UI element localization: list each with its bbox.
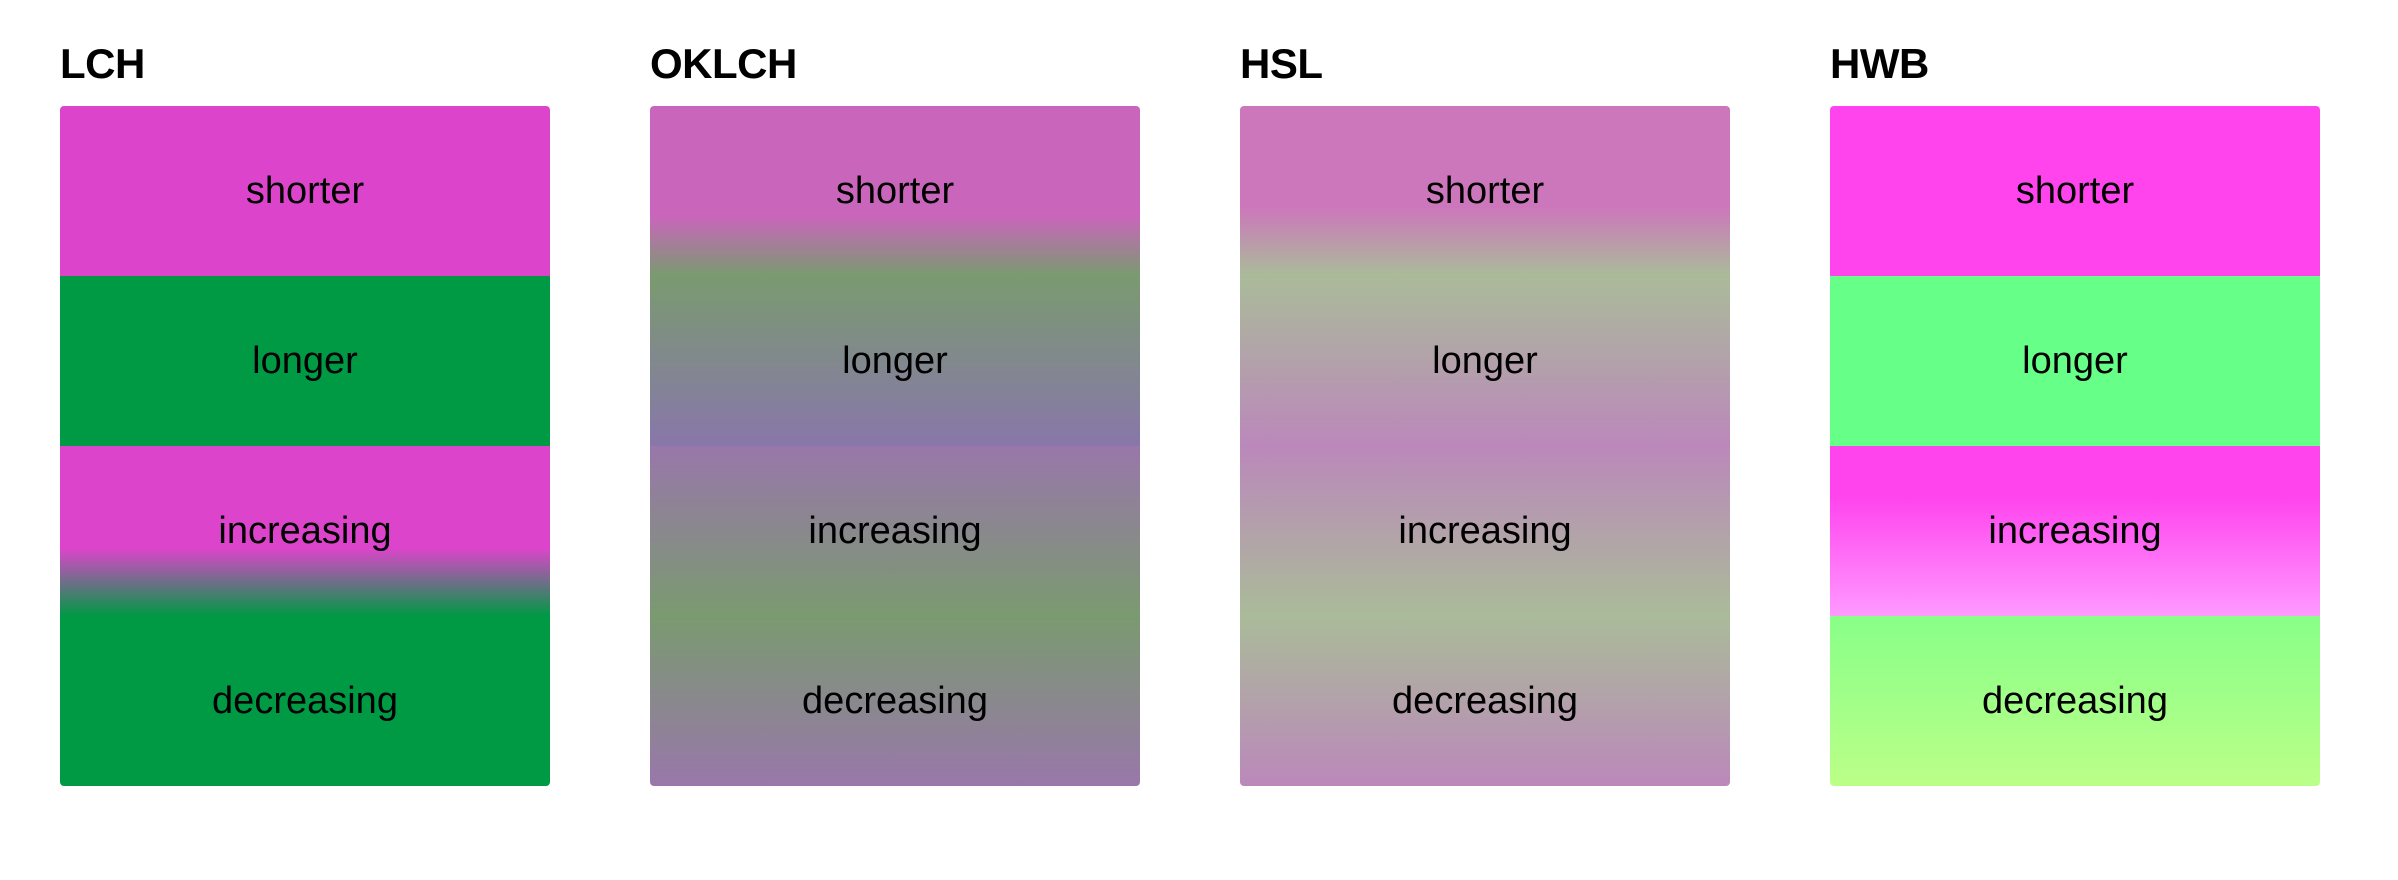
oklch-section: OKLCH shorter longer increasing decreasi… [650, 40, 1240, 786]
hsl-title: HSL [1240, 40, 1830, 88]
oklch-title: OKLCH [650, 40, 1240, 88]
lch-decreasing-cell: decreasing [60, 616, 550, 786]
hsl-section: HSL shorter longer increasing decreasing [1240, 40, 1830, 786]
hwb-longer-cell: longer [1830, 276, 2320, 446]
hwb-grid: shorter longer increasing decreasing [1830, 106, 2320, 786]
lch-grid: shorter longer increasing decreasing [60, 106, 550, 786]
lch-longer-cell: longer [60, 276, 550, 446]
hwb-decreasing-cell: decreasing [1830, 616, 2320, 786]
lch-increasing-cell: increasing [60, 446, 550, 616]
oklch-longer-cell: longer [650, 276, 1140, 446]
hsl-decreasing-cell: decreasing [1240, 616, 1730, 786]
hsl-shorter-cell: shorter [1240, 106, 1730, 276]
hwb-increasing-cell: increasing [1830, 446, 2320, 616]
hsl-increasing-cell: increasing [1240, 446, 1730, 616]
hsl-grid: shorter longer increasing decreasing [1240, 106, 1730, 786]
oklch-grid: shorter longer increasing decreasing [650, 106, 1140, 786]
hwb-section: HWB shorter longer increasing decreasing [1830, 40, 2398, 786]
lch-section: LCH shorter longer increasing decreasing [60, 40, 650, 786]
lch-shorter-cell: shorter [60, 106, 550, 276]
oklch-decreasing-cell: decreasing [650, 616, 1140, 786]
lch-title: LCH [60, 40, 650, 88]
oklch-shorter-cell: shorter [650, 106, 1140, 276]
hwb-shorter-cell: shorter [1830, 106, 2320, 276]
hsl-longer-cell: longer [1240, 276, 1730, 446]
oklch-increasing-cell: increasing [650, 446, 1140, 616]
hwb-title: HWB [1830, 40, 2398, 88]
